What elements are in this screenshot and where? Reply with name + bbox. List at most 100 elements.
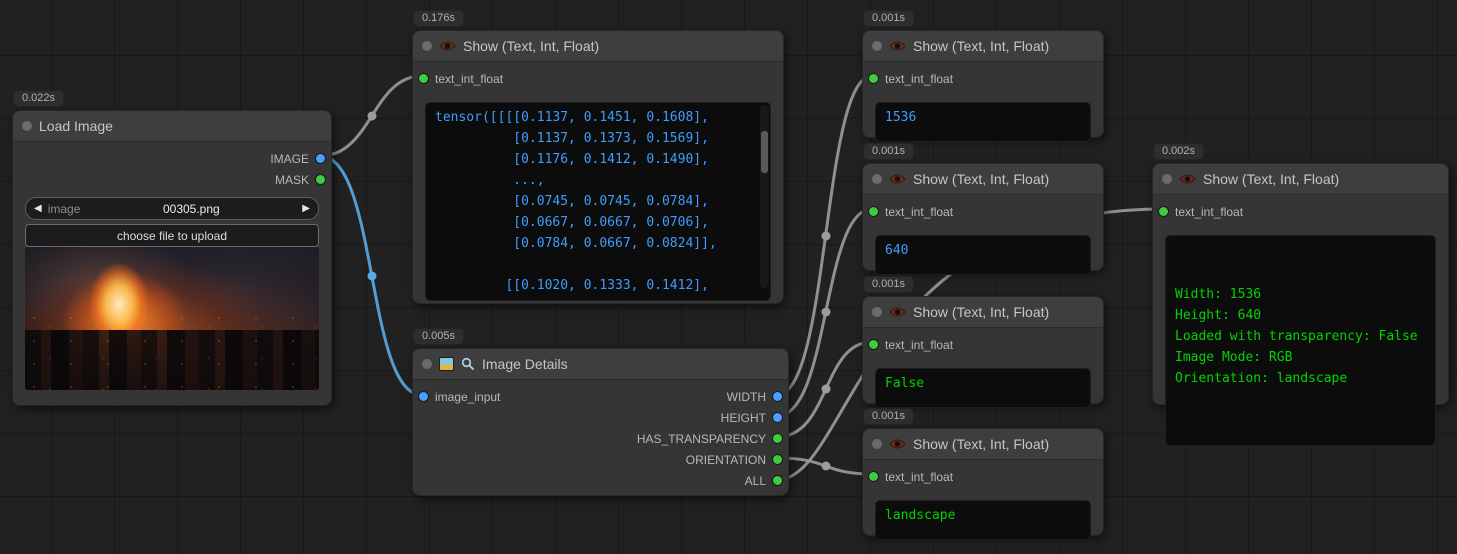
output-slot-mask[interactable]: MASK <box>13 169 331 190</box>
node-title: Show (Text, Int, Float) <box>913 436 1049 452</box>
output-slot-height[interactable]: HEIGHT <box>500 407 788 428</box>
image-combo-widget[interactable]: ◀ image 00305.png ▶ <box>25 197 319 220</box>
output-dot-orientation[interactable] <box>773 455 782 464</box>
node-title-bar[interactable]: Show (Text, Int, Float) <box>863 31 1103 62</box>
node-title-bar[interactable]: Image Details <box>413 349 788 380</box>
execution-time-badge: 0.002s <box>1153 143 1204 160</box>
output-label: WIDTH <box>727 390 766 404</box>
input-dot[interactable] <box>869 207 878 216</box>
node-title: Image Details <box>482 356 568 372</box>
collapse-dot[interactable] <box>872 307 882 317</box>
node-title-bar[interactable]: Show (Text, Int, Float) <box>1153 164 1448 195</box>
prev-arrow-icon[interactable]: ◀ <box>34 204 42 214</box>
output-dot-height[interactable] <box>773 413 782 422</box>
input-slot-text-int-float[interactable]: text_int_float <box>863 334 1103 355</box>
node-title: Show (Text, Int, Float) <box>1203 171 1339 187</box>
node-title-bar[interactable]: Show (Text, Int, Float) <box>413 31 783 62</box>
value-textarea[interactable]: landscape <box>875 500 1091 540</box>
input-dot[interactable] <box>1159 207 1168 216</box>
choose-file-button[interactable]: choose file to upload <box>25 224 319 247</box>
node-show-height[interactable]: 0.001s Show (Text, Int, Float) text_int_… <box>862 163 1104 271</box>
node-title-bar[interactable]: Show (Text, Int, Float) <box>863 164 1103 195</box>
eye-icon <box>889 306 906 318</box>
collapse-dot[interactable] <box>1162 174 1172 184</box>
input-slot-text-int-float[interactable]: text_int_float <box>863 466 1103 487</box>
input-label: text_int_float <box>1175 205 1243 219</box>
node-show-orientation[interactable]: 0.001s Show (Text, Int, Float) text_int_… <box>862 428 1104 536</box>
value-textarea[interactable]: tensor([[[[0.1137, 0.1451, 0.1608], [0.1… <box>425 102 771 301</box>
input-dot[interactable] <box>869 340 878 349</box>
execution-time-badge: 0.022s <box>13 90 64 107</box>
node-title: Show (Text, Int, Float) <box>463 38 599 54</box>
node-title: Show (Text, Int, Float) <box>913 38 1049 54</box>
node-title: Load Image <box>39 118 113 134</box>
input-label: text_int_float <box>885 338 953 352</box>
collapse-dot[interactable] <box>872 439 882 449</box>
node-show-all[interactable]: 0.002s Show (Text, Int, Float) text_int_… <box>1152 163 1449 405</box>
output-slot-width[interactable]: WIDTH <box>500 386 788 407</box>
output-label: HAS_TRANSPARENCY <box>637 432 766 446</box>
eye-icon <box>889 173 906 185</box>
output-dot-has-transparency[interactable] <box>773 434 782 443</box>
node-title-bar[interactable]: Load Image <box>13 111 331 142</box>
link-midpoint-dot <box>368 272 377 281</box>
combo-label: image <box>48 202 81 216</box>
execution-time-badge: 0.005s <box>413 328 464 345</box>
node-title-bar[interactable]: Show (Text, Int, Float) <box>863 297 1103 328</box>
output-dot-width[interactable] <box>773 392 782 401</box>
collapse-dot[interactable] <box>422 359 432 369</box>
eye-icon <box>439 40 456 52</box>
output-dot-image[interactable] <box>316 154 325 163</box>
input-slot-text-int-float[interactable]: text_int_float <box>863 68 1103 89</box>
input-label: text_int_float <box>885 205 953 219</box>
link-midpoint-dot <box>822 232 831 241</box>
collapse-dot[interactable] <box>872 174 882 184</box>
value-textarea[interactable]: 1536 <box>875 102 1091 142</box>
value-textarea[interactable]: 640 <box>875 235 1091 275</box>
eye-icon <box>889 40 906 52</box>
input-dot[interactable] <box>869 472 878 481</box>
link-midpoint-dot <box>822 462 831 471</box>
input-label: text_int_float <box>885 72 953 86</box>
value-textarea[interactable]: Width: 1536 Height: 640 Loaded with tran… <box>1165 235 1436 446</box>
link-midpoint-dot <box>368 112 377 121</box>
next-arrow-icon[interactable]: ▶ <box>302 204 310 214</box>
scrollbar[interactable] <box>760 105 769 288</box>
node-image-details[interactable]: 0.005s Image Details image_input WIDTH H… <box>412 348 789 496</box>
input-dot[interactable] <box>419 74 428 83</box>
output-dot-mask[interactable] <box>316 175 325 184</box>
input-dot[interactable] <box>869 74 878 83</box>
input-dot[interactable] <box>419 392 428 401</box>
input-slot-text-int-float[interactable]: text_int_float <box>1153 201 1448 222</box>
output-label: HEIGHT <box>721 411 766 425</box>
node-show-width[interactable]: 0.001s Show (Text, Int, Float) text_int_… <box>862 30 1104 138</box>
output-dot-all[interactable] <box>773 476 782 485</box>
node-title-bar[interactable]: Show (Text, Int, Float) <box>863 429 1103 460</box>
node-load-image[interactable]: 0.022s Load Image IMAGE MASK ◀ image 003… <box>12 110 332 406</box>
link-midpoint-dot <box>822 308 831 317</box>
node-show-transparency[interactable]: 0.001s Show (Text, Int, Float) text_int_… <box>862 296 1104 404</box>
output-label: MASK <box>275 173 309 187</box>
output-label: ORIENTATION <box>686 453 766 467</box>
output-slot-all[interactable]: ALL <box>500 470 788 491</box>
input-slot-image-input[interactable]: image_input <box>413 386 500 407</box>
collapse-dot[interactable] <box>422 41 432 51</box>
execution-time-badge: 0.176s <box>413 10 464 27</box>
input-slot-text-int-float[interactable]: text_int_float <box>413 68 783 89</box>
input-label: text_int_float <box>435 72 503 86</box>
output-slot-image[interactable]: IMAGE <box>13 148 331 169</box>
node-show-tensor[interactable]: 0.176s Show (Text, Int, Float) text_int_… <box>412 30 784 304</box>
input-slot-text-int-float[interactable]: text_int_float <box>863 201 1103 222</box>
value-textarea[interactable]: False <box>875 368 1091 408</box>
collapse-dot[interactable] <box>872 41 882 51</box>
scrollbar-thumb[interactable] <box>761 131 768 173</box>
collapse-dot[interactable] <box>22 121 32 131</box>
eye-icon <box>1179 173 1196 185</box>
output-slot-orientation[interactable]: ORIENTATION <box>500 449 788 470</box>
combo-value: 00305.png <box>80 202 302 216</box>
output-label: IMAGE <box>270 152 309 166</box>
execution-time-badge: 0.001s <box>863 143 914 160</box>
output-slot-has-transparency[interactable]: HAS_TRANSPARENCY <box>500 428 788 449</box>
execution-time-badge: 0.001s <box>863 276 914 293</box>
execution-time-badge: 0.001s <box>863 408 914 425</box>
